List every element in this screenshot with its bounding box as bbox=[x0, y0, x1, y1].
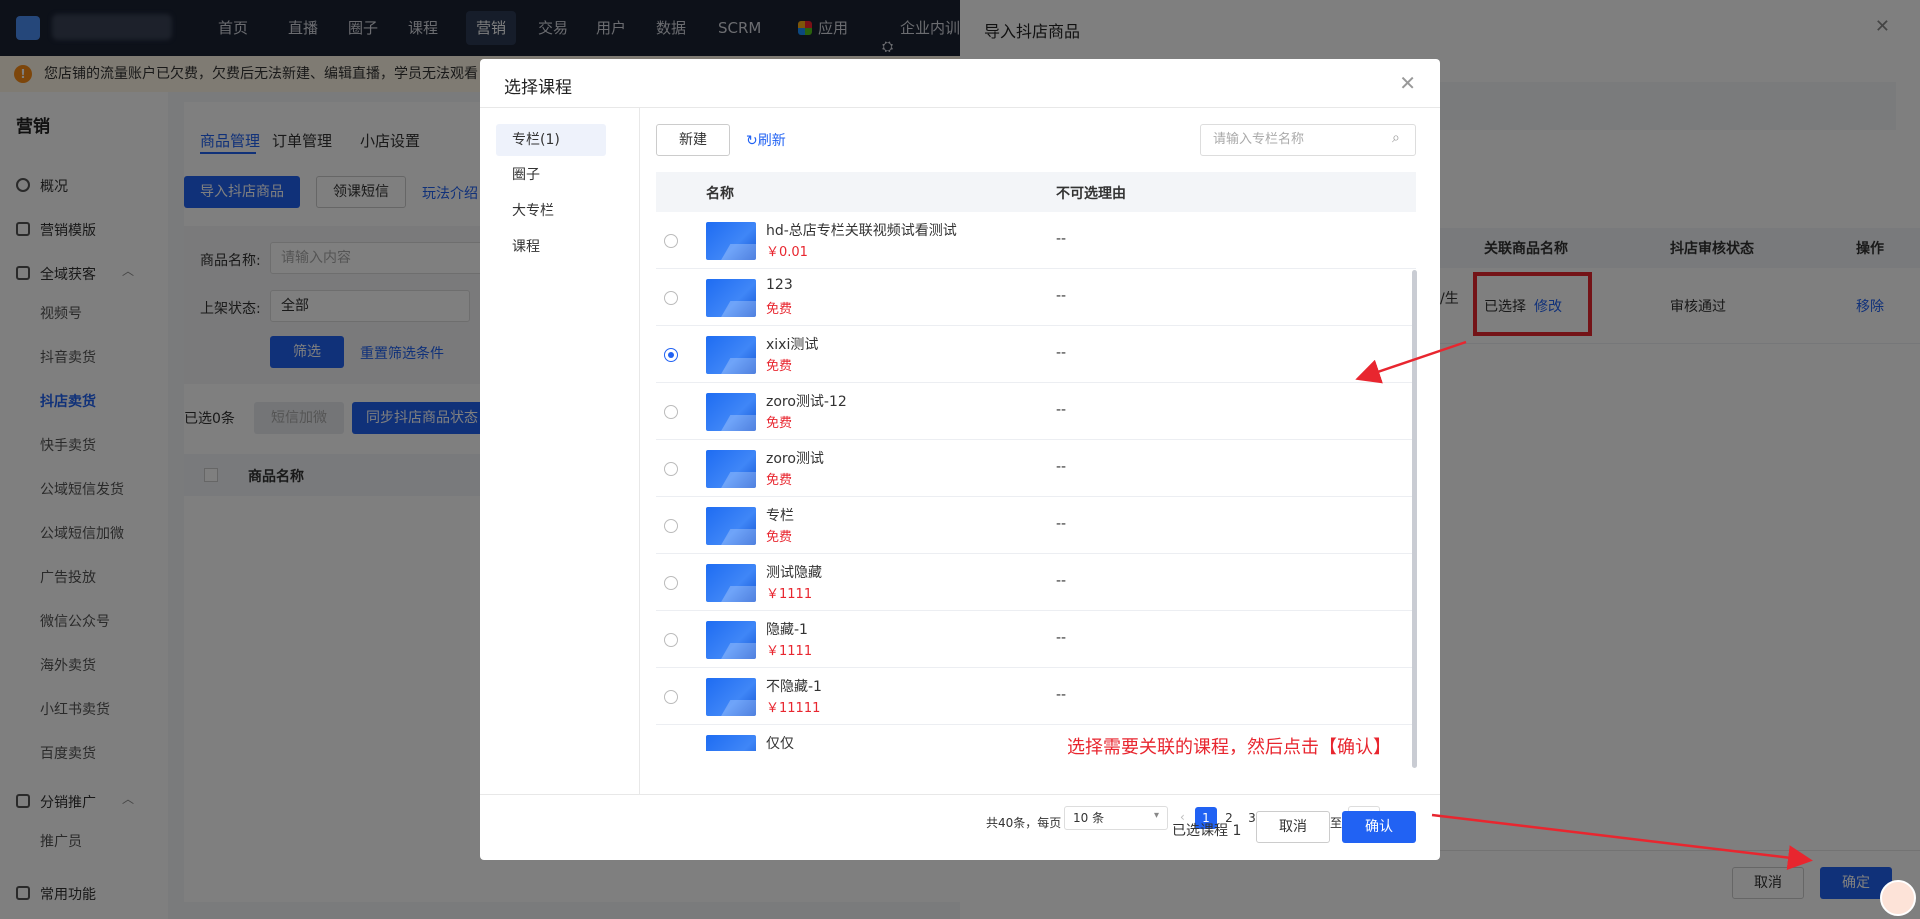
annotation-arrows bbox=[1355, 340, 1813, 871]
arrow-to-confirm bbox=[1431, 813, 1813, 871]
arrow-to-rows bbox=[1355, 340, 1467, 384]
avatar[interactable] bbox=[1880, 880, 1916, 916]
